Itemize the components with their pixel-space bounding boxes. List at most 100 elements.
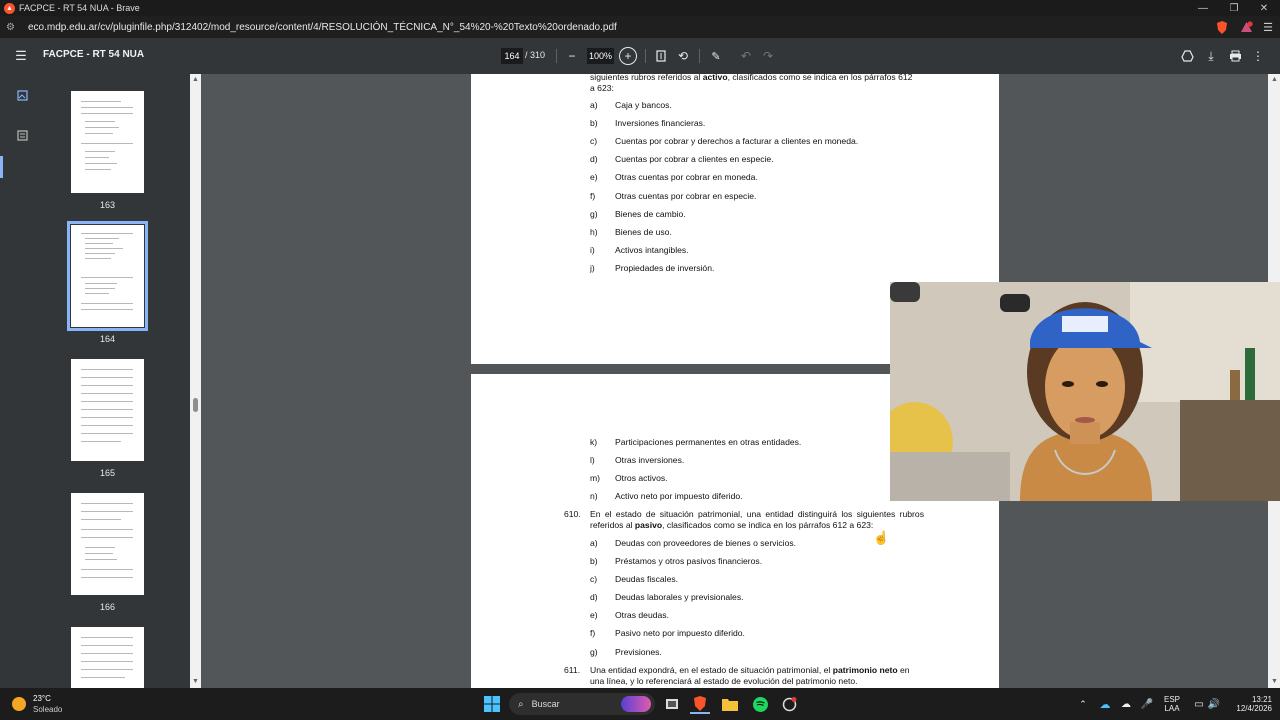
list-item: Cuentas por cobrar a clientes en especie…: [615, 154, 774, 164]
display-icon[interactable]: ▭: [1192, 688, 1206, 720]
address-bar[interactable]: ⚙ eco.mdp.edu.ar/cv/pluginfile.php/31240…: [0, 16, 1280, 38]
list-item: Otros activos.: [615, 473, 668, 483]
scroll-down-arrow-icon[interactable]: ▼: [1271, 678, 1278, 685]
list-letter: g): [590, 647, 598, 657]
paragraph-number: 610.: [564, 509, 581, 519]
list-letter: e): [590, 610, 598, 620]
brave-logo-icon: ▲: [4, 2, 15, 14]
fit-page-icon[interactable]: [654, 47, 668, 65]
list-item: Otras cuentas por cobrar en moneda.: [615, 172, 758, 182]
page-thumbnail[interactable]: [71, 359, 144, 461]
drive-save-icon[interactable]: [1179, 47, 1195, 65]
more-options-icon[interactable]: ⋮: [1252, 47, 1264, 65]
browser-menu-icon[interactable]: ☰: [1260, 19, 1276, 35]
annotate-icon[interactable]: ✎: [709, 47, 723, 65]
page-thumbnail[interactable]: [71, 91, 144, 193]
clock-date: 12/4/2026: [1236, 704, 1272, 713]
paragraph-number: 611.: [564, 665, 581, 675]
url-text[interactable]: eco.mdp.edu.ar/cv/pluginfile.php/312402/…: [28, 22, 617, 33]
scrollbar-thumb[interactable]: [193, 398, 198, 412]
site-info-icon[interactable]: ⚙: [6, 22, 20, 33]
webcam-feed-image: [890, 282, 1280, 501]
list-letter: l): [590, 455, 595, 465]
scroll-up-arrow-icon[interactable]: ▲: [1271, 76, 1278, 83]
list-letter: j): [590, 263, 595, 273]
toolbar-divider: [699, 49, 700, 63]
list-letter: b): [590, 118, 598, 128]
search-icon: ⌕: [518, 698, 524, 710]
scroll-up-arrow-icon[interactable]: ▲: [192, 76, 199, 83]
list-item: Cuentas por cobrar y derechos a facturar…: [615, 136, 859, 146]
thumbnail-view-icon[interactable]: [15, 88, 29, 102]
pdf-sidebar-rail: [0, 74, 45, 688]
pdf-toolbar: ☰ FACPCE - RT 54 NUA 164 / 310 − 100% + …: [0, 38, 1280, 74]
spotify-icon[interactable]: [750, 694, 770, 714]
hand-cursor-icon: ☝: [873, 530, 890, 545]
download-icon[interactable]: ⤓: [1203, 47, 1219, 65]
list-item: Propiedades de inversión.: [615, 263, 715, 273]
window-title: FACPCE - RT 54 NUA - Brave: [19, 3, 140, 13]
rotate-icon[interactable]: ⟲: [676, 47, 690, 65]
language-code: ESP: [1163, 695, 1180, 704]
language-indicator[interactable]: ESP LAA: [1160, 688, 1184, 720]
list-item: Pasivo neto por impuesto diferido.: [615, 628, 745, 638]
zoom-level-input[interactable]: 100%: [587, 48, 614, 64]
keyboard-layout: LAA: [1164, 704, 1180, 713]
maximize-button[interactable]: ❐: [1218, 0, 1250, 16]
paragraph-text: una línea, y lo referenciará al estado d…: [590, 676, 858, 686]
list-item: Otras deudas.: [615, 610, 669, 620]
list-item: Otras inversiones.: [615, 455, 685, 465]
onedrive-icon[interactable]: ☁: [1098, 688, 1112, 720]
brave-taskbar-icon[interactable]: [690, 694, 710, 714]
page-text: a 623:: [590, 83, 614, 93]
redo-icon[interactable]: ↷: [761, 47, 775, 65]
thumbnail-panel: 163 164 165 166: [45, 74, 190, 688]
network-tray-icon[interactable]: ☁: [1119, 688, 1133, 720]
app-icon[interactable]: [779, 694, 799, 714]
page-thumbnail[interactable]: [71, 627, 144, 688]
webcam-overlay: [890, 282, 1280, 501]
page-total-label: / 310: [525, 50, 546, 60]
list-letter: a): [590, 538, 598, 548]
clock[interactable]: 13:21 12/4/2026: [1224, 688, 1272, 720]
tray-overflow-icon[interactable]: ⌃: [1076, 688, 1090, 720]
list-letter: a): [590, 100, 598, 110]
brave-shields-icon[interactable]: [1214, 19, 1230, 35]
weather-temp[interactable]: 23°C: [33, 694, 51, 703]
weather-desc[interactable]: Soleado: [33, 705, 62, 714]
page-number-input[interactable]: 164: [501, 48, 523, 64]
taskbar-search[interactable]: ⌕ Buscar: [509, 693, 655, 715]
list-letter: n): [590, 491, 598, 501]
search-placeholder: Buscar: [531, 699, 560, 709]
thumbnail-page-number: 163: [99, 200, 116, 210]
zoom-out-icon[interactable]: −: [566, 47, 578, 65]
menu-icon[interactable]: ☰: [14, 47, 28, 65]
list-item: Bienes de cambio.: [615, 209, 686, 219]
toolbar-divider: [556, 49, 557, 63]
scroll-down-arrow-icon[interactable]: ▼: [192, 678, 199, 685]
print-icon[interactable]: [1227, 47, 1243, 65]
taskbar: 23°C Soleado ⌕ Buscar ⌃ ☁ ☁ 🎤 ESP LAA ▭ …: [0, 688, 1280, 720]
list-letter: i): [590, 245, 595, 255]
list-letter: f): [590, 628, 596, 638]
page-thumbnail[interactable]: [71, 493, 144, 595]
microphone-icon[interactable]: 🎤: [1140, 688, 1154, 720]
brave-rewards-icon[interactable]: [1238, 19, 1254, 35]
thumbnail-page-number: 166: [99, 602, 116, 612]
minimize-button[interactable]: —: [1187, 0, 1219, 16]
undo-icon[interactable]: ↶: [739, 47, 753, 65]
list-letter: d): [590, 154, 598, 164]
list-letter: m): [590, 473, 601, 483]
weather-sun-icon[interactable]: [12, 697, 26, 711]
file-explorer-icon[interactable]: [720, 694, 740, 714]
outline-view-icon[interactable]: [15, 128, 29, 142]
volume-icon[interactable]: 🔊: [1207, 688, 1221, 720]
close-button[interactable]: ✕: [1248, 0, 1280, 16]
task-view-icon[interactable]: [663, 694, 681, 714]
thumbnail-scrollbar[interactable]: ▲ ▼: [190, 74, 201, 688]
windows-start-icon[interactable]: [482, 694, 502, 714]
list-item: Activo neto por impuesto diferido.: [615, 491, 743, 501]
zoom-in-icon[interactable]: +: [619, 47, 637, 65]
page-thumbnail-selected[interactable]: [67, 221, 148, 331]
list-item: Previsiones.: [615, 647, 662, 657]
